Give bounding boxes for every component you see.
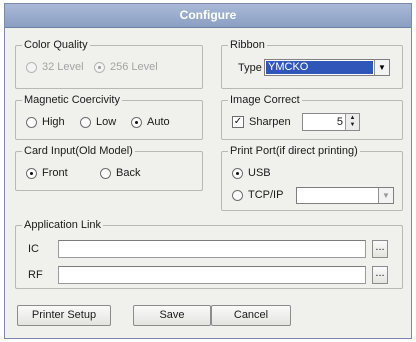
tcpip-address-value bbox=[297, 188, 378, 203]
application-link-group: Application Link IC ... RF ... bbox=[15, 219, 403, 289]
sharpen-value: 5 bbox=[336, 116, 343, 128]
card-input-legend: Card Input(Old Model) bbox=[22, 145, 135, 158]
color-quality-group: Color Quality 32 Level 256 Level bbox=[15, 39, 203, 89]
tcpip-address-select[interactable]: ▼ bbox=[296, 187, 394, 204]
configure-dialog: Configure Color Quality 32 Level 256 Lev… bbox=[4, 3, 412, 339]
card-input-option-label: Back bbox=[116, 167, 141, 179]
rf-label: RF bbox=[28, 269, 43, 281]
ribbon-type-select[interactable]: YMCKO ▼ bbox=[264, 59, 390, 76]
image-correct-group: Image Correct ✓ Sharpen 5 ▲ ▼ bbox=[221, 94, 403, 140]
radio-icon bbox=[26, 61, 37, 73]
ribbon-legend: Ribbon bbox=[228, 39, 267, 52]
radio-icon bbox=[100, 167, 111, 179]
magnetic-option-label: Low bbox=[96, 116, 117, 128]
print-port-option-label: USB bbox=[248, 167, 271, 179]
radio-icon bbox=[232, 189, 243, 201]
card-input-option-label: Front bbox=[42, 167, 68, 179]
chevron-down-icon[interactable]: ▼ bbox=[378, 188, 393, 203]
spin-arrows-icon[interactable]: ▲ ▼ bbox=[345, 114, 359, 130]
rf-path-input[interactable] bbox=[58, 266, 366, 284]
rf-browse-button[interactable]: ... bbox=[372, 266, 388, 284]
magnetic-option-label: Auto bbox=[147, 116, 170, 128]
print-port-option-tcpip[interactable]: TCP/IP bbox=[232, 189, 283, 201]
print-port-option-usb[interactable]: USB bbox=[232, 167, 271, 179]
chevron-down-icon[interactable]: ▼ bbox=[374, 60, 389, 75]
radio-icon bbox=[94, 61, 105, 73]
dialog-title: Configure bbox=[5, 4, 411, 28]
image-correct-legend: Image Correct bbox=[228, 94, 302, 107]
radio-icon bbox=[26, 167, 37, 179]
print-port-group: Print Port(if direct printing) USB TCP/I… bbox=[221, 145, 403, 211]
cancel-button[interactable]: Cancel bbox=[211, 305, 291, 326]
radio-icon bbox=[131, 116, 142, 128]
card-input-group: Card Input(Old Model) Front Back bbox=[15, 145, 203, 191]
ic-browse-button[interactable]: ... bbox=[372, 240, 388, 258]
checkmark-icon: ✓ bbox=[232, 116, 244, 128]
color-quality-option-32[interactable]: 32 Level bbox=[26, 61, 84, 73]
magnetic-option-low[interactable]: Low bbox=[80, 116, 116, 128]
ribbon-type-label: Type bbox=[238, 62, 262, 74]
color-quality-label: 256 Level bbox=[110, 61, 158, 73]
radio-icon bbox=[80, 116, 91, 128]
sharpen-checkbox[interactable]: ✓ Sharpen bbox=[232, 116, 291, 128]
print-port-legend: Print Port(if direct printing) bbox=[228, 145, 360, 158]
save-button[interactable]: Save bbox=[133, 305, 211, 326]
radio-icon bbox=[26, 116, 37, 128]
radio-icon bbox=[232, 167, 243, 179]
ic-label: IC bbox=[28, 243, 39, 255]
ribbon-type-value: YMCKO bbox=[266, 61, 373, 74]
print-port-option-label: TCP/IP bbox=[248, 189, 284, 201]
application-link-legend: Application Link bbox=[22, 219, 104, 232]
color-quality-legend: Color Quality bbox=[22, 39, 90, 52]
magnetic-option-label: High bbox=[42, 116, 65, 128]
color-quality-label: 32 Level bbox=[42, 61, 84, 73]
printer-setup-button[interactable]: Printer Setup bbox=[17, 305, 111, 326]
card-input-option-back[interactable]: Back bbox=[100, 167, 140, 179]
magnetic-option-auto[interactable]: Auto bbox=[131, 116, 170, 128]
magnetic-coercivity-legend: Magnetic Coercivity bbox=[22, 94, 122, 107]
magnetic-coercivity-group: Magnetic Coercivity High Low Auto bbox=[15, 94, 203, 140]
sharpen-spinner[interactable]: 5 ▲ ▼ bbox=[302, 113, 360, 131]
sharpen-label: Sharpen bbox=[249, 116, 291, 128]
ic-path-input[interactable] bbox=[58, 240, 366, 258]
color-quality-option-256[interactable]: 256 Level bbox=[94, 61, 158, 73]
card-input-option-front[interactable]: Front bbox=[26, 167, 68, 179]
ribbon-group: Ribbon Type YMCKO ▼ bbox=[221, 39, 403, 89]
magnetic-option-high[interactable]: High bbox=[26, 116, 65, 128]
